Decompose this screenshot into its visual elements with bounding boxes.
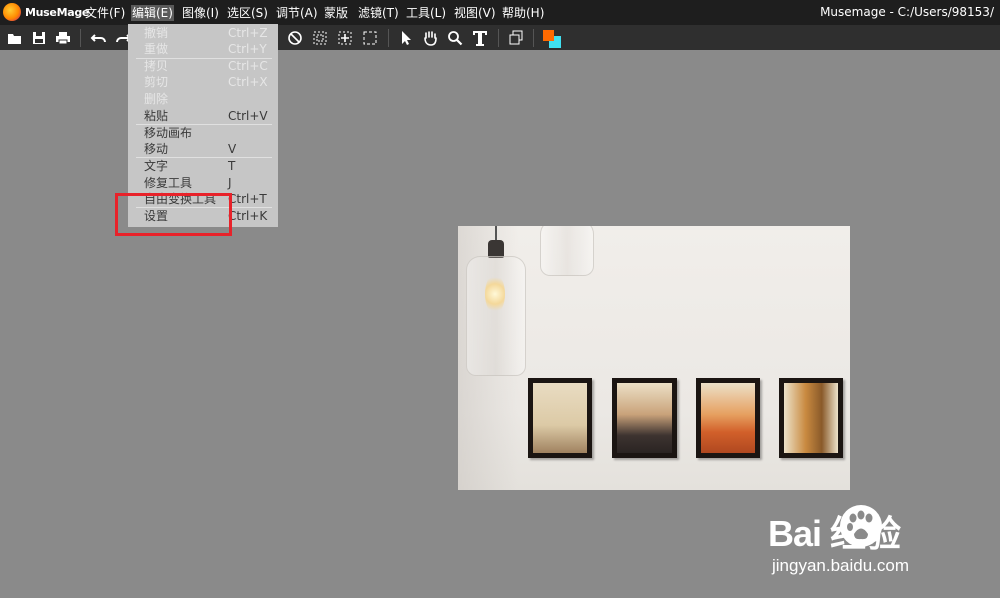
highlight-annotation-box [115, 193, 232, 236]
picture-frame [528, 378, 592, 458]
menu-tools[interactable]: 工具(L) [405, 5, 447, 21]
toolbar-separator [498, 29, 499, 47]
menu-item-redo[interactable]: 重做 Ctrl+Y [128, 41, 278, 57]
menu-help[interactable]: 帮助(H) [501, 5, 545, 21]
picture-frame [779, 378, 843, 458]
menu-item-delete[interactable]: 删除 [128, 91, 278, 107]
menu-item-cut[interactable]: 剪切 Ctrl+X [128, 74, 278, 90]
menu-filter[interactable]: 滤镜(T) [357, 5, 400, 21]
menu-bar: MuseMage 文件(F) 编辑(E) 图像(I) 选区(S) 调节(A) 蒙… [0, 0, 1000, 25]
canvas-image [458, 226, 850, 490]
rect-select-icon[interactable] [311, 29, 329, 47]
menu-item-paste[interactable]: 粘贴 Ctrl+V [128, 108, 278, 124]
text-icon[interactable] [471, 29, 489, 47]
menu-mask[interactable]: 蒙版 [323, 5, 349, 21]
app-logo-text: MuseMage [25, 6, 90, 19]
zoom-icon[interactable] [446, 29, 464, 47]
menu-item-repair-tool[interactable]: 修复工具 J [128, 175, 278, 191]
menu-item-undo[interactable]: 撤销 Ctrl+Z [128, 25, 278, 41]
menu-item-move[interactable]: 移动 V [128, 141, 278, 157]
toolbar-separator [533, 29, 534, 47]
toolbar-separator [388, 29, 389, 47]
menu-file[interactable]: 文件(F) [84, 5, 126, 21]
menu-adjust[interactable]: 调节(A) [275, 5, 319, 21]
color-swatch-icon[interactable] [542, 29, 561, 48]
menu-image[interactable]: 图像(I) [181, 5, 220, 21]
menu-select[interactable]: 选区(S) [226, 5, 269, 21]
hand-icon[interactable] [421, 29, 439, 47]
save-icon[interactable] [30, 29, 48, 47]
baidu-paw-icon [840, 505, 882, 547]
open-folder-icon[interactable] [6, 29, 24, 47]
baidu-watermark-url: jingyan.baidu.com [772, 556, 910, 575]
window-title: Musemage - C:/Users/98153/ [820, 5, 994, 19]
transform-select-icon[interactable] [336, 29, 354, 47]
dashed-select-icon[interactable] [361, 29, 379, 47]
menu-item-move-canvas[interactable]: 移动画布 [128, 125, 278, 141]
circle-slash-icon[interactable] [286, 29, 304, 47]
layers-icon[interactable] [507, 29, 525, 47]
menu-edit[interactable]: 编辑(E) [131, 5, 174, 21]
picture-frame [612, 378, 677, 458]
print-icon[interactable] [54, 29, 72, 47]
picture-frame [696, 378, 760, 458]
toolbar-separator [80, 29, 81, 47]
menu-view[interactable]: 视图(V) [453, 5, 497, 21]
musemage-logo-icon [3, 3, 21, 21]
pointer-icon[interactable] [397, 29, 415, 47]
menu-item-text[interactable]: 文字 T [128, 158, 278, 174]
undo-icon[interactable] [90, 29, 108, 47]
menu-item-copy[interactable]: 拷贝 Ctrl+C [128, 58, 278, 74]
